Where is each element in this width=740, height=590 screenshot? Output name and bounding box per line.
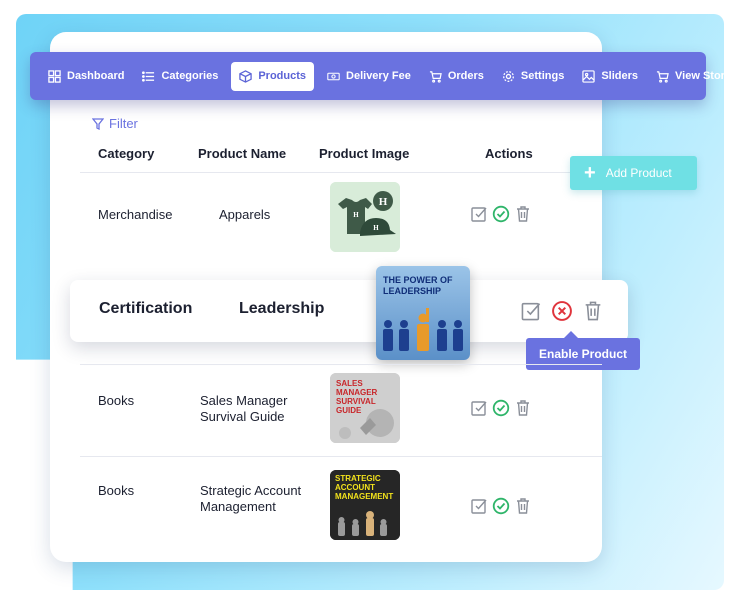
nav-dashboard[interactable]: Dashboard xyxy=(43,62,129,91)
money-icon xyxy=(327,72,340,80)
row2-product-name: Leadership xyxy=(239,300,325,317)
nav-products-label: Products xyxy=(258,70,307,82)
edit-checkbox-icon[interactable] xyxy=(470,399,488,417)
cart-icon xyxy=(429,70,442,83)
header-product-image: Product Image xyxy=(319,146,410,161)
header-product-name: Product Name xyxy=(198,146,287,161)
disabled-x-icon[interactable] xyxy=(551,300,573,322)
apparel-image: H H H xyxy=(330,182,400,252)
row4-actions xyxy=(470,497,532,515)
nav-settings-label: Settings xyxy=(520,70,565,82)
row-divider xyxy=(80,172,602,173)
list-icon xyxy=(142,70,155,82)
row4-category: Books xyxy=(98,483,135,498)
row4-name-line1: Strategic Account xyxy=(200,483,302,498)
image-icon xyxy=(582,69,596,83)
edit-checkbox-icon[interactable] xyxy=(470,497,488,515)
row-divider xyxy=(80,364,602,365)
nav-categories[interactable]: Categories xyxy=(137,62,223,91)
nav-delivery-fee[interactable]: Delivery Fee xyxy=(322,62,416,91)
row3-product-image: SALES MANAGER SURVIVAL GUIDE xyxy=(330,373,400,443)
stage: Dashboard Categories Products Delivery F… xyxy=(0,0,740,590)
row4-product-image: STRATEGIC ACCOUNT MANAGEMENT xyxy=(330,470,400,540)
svg-text:H: H xyxy=(379,196,388,208)
nav-orders[interactable]: Orders xyxy=(424,62,489,91)
row1-product-name: Apparels xyxy=(219,207,271,222)
cart-icon xyxy=(656,70,669,83)
header-category: Category xyxy=(98,146,155,161)
row2-product-image: THE POWER OF LEADERSHIP xyxy=(376,266,470,360)
header-actions: Actions xyxy=(485,146,533,161)
nav-delivery-fee-label: Delivery Fee xyxy=(346,70,411,82)
nav-dashboard-label: Dashboard xyxy=(67,70,125,82)
row-divider xyxy=(80,456,602,457)
row2-actions xyxy=(520,300,604,322)
row3-product-name: Sales Manager Survival Guide xyxy=(200,393,287,425)
enabled-check-icon[interactable] xyxy=(492,497,510,515)
nav-orders-label: Orders xyxy=(447,70,484,82)
strategic-cover-title: STRATEGIC ACCOUNT MANAGEMENT xyxy=(335,474,394,501)
enable-product-tooltip: Enable Product xyxy=(526,331,640,370)
gear-icon xyxy=(502,70,514,82)
nav-sliders[interactable]: Sliders xyxy=(577,62,643,91)
filter-button[interactable]: Filter xyxy=(92,116,138,131)
trash-icon[interactable] xyxy=(514,399,532,417)
nav-sliders-label: Sliders xyxy=(601,70,639,82)
nav-settings[interactable]: Settings xyxy=(497,62,569,91)
edit-checkbox-icon[interactable] xyxy=(470,205,488,223)
row1-category: Merchandise xyxy=(98,207,173,222)
enabled-check-icon[interactable] xyxy=(492,205,510,223)
row3-name-line1: Sales Manager xyxy=(200,393,288,408)
add-product-button[interactable]: + Add Product xyxy=(570,156,697,190)
row1-actions xyxy=(470,205,532,223)
dashboard-icon xyxy=(48,69,61,83)
nav-view-store-label: View Store xyxy=(675,70,732,82)
row3-actions xyxy=(470,399,532,417)
filter-icon xyxy=(92,117,104,130)
trash-icon[interactable] xyxy=(514,497,532,515)
box-icon xyxy=(239,69,253,83)
leadership-cover-title: THE POWER OF LEADERSHIP xyxy=(383,275,453,296)
row2-category: Certification xyxy=(99,300,193,317)
edit-checkbox-icon[interactable] xyxy=(520,300,542,322)
row3-category: Books xyxy=(98,393,135,408)
row4-product-name: Strategic Account Management xyxy=(200,483,301,515)
filter-label: Filter xyxy=(109,116,138,131)
nav-view-store[interactable]: View Store xyxy=(651,62,736,91)
svg-text:H: H xyxy=(353,211,359,219)
plus-icon: + xyxy=(584,162,596,184)
add-product-label: Add Product xyxy=(605,166,672,180)
nav-categories-label: Categories xyxy=(161,70,219,82)
row4-name-line2: Management xyxy=(200,499,276,514)
svg-text:H: H xyxy=(373,224,379,232)
sales-cover-title: SALES MANAGER SURVIVAL GUIDE xyxy=(336,379,378,415)
enabled-check-icon[interactable] xyxy=(492,399,510,417)
trash-icon[interactable] xyxy=(514,205,532,223)
top-nav: Dashboard Categories Products Delivery F… xyxy=(30,52,731,100)
row1-product-image: H H H xyxy=(330,182,400,252)
row3-name-line2: Survival Guide xyxy=(200,409,285,424)
trash-icon[interactable] xyxy=(582,300,604,322)
nav-products[interactable]: Products xyxy=(231,61,315,91)
